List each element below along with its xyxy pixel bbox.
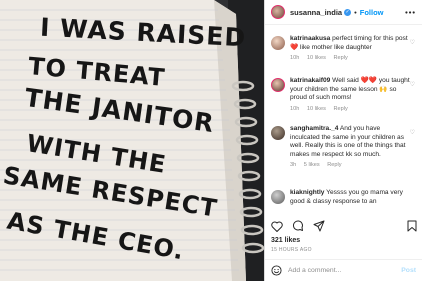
header-separator: • <box>354 7 357 17</box>
reply-button[interactable]: Reply <box>333 106 347 112</box>
comment-age: 10h <box>290 55 300 62</box>
note-line-3: THE JANITOR <box>22 82 217 139</box>
comment-username[interactable]: sanghamitra._4 <box>290 125 338 132</box>
comment-item: katrinakaif09 Well said ❤️❤️ you taught … <box>271 77 419 113</box>
instagram-post: I WAS RAISED TO TREAT THE JANITOR WITH T… <box>0 0 422 281</box>
post-sidebar: susanna_india ✓ • Follow ••• katrinaakus… <box>264 0 422 281</box>
likes-count[interactable]: 321 likes <box>271 237 300 244</box>
comment-item: kiaknightly Yessss you go mama very good… <box>271 189 419 206</box>
post-header: susanna_india ✓ • Follow ••• <box>265 0 422 25</box>
comment-item: sanghamitra._4 And you have inculcated t… <box>271 125 419 170</box>
commenter-avatar[interactable] <box>271 78 285 92</box>
comment-username[interactable]: katrinakaif09 <box>290 77 330 84</box>
comment-likes[interactable]: 5 likes <box>304 162 320 168</box>
comment-like-heart-icon[interactable]: ♡ <box>410 81 415 88</box>
add-comment-bar: Add a comment... Post <box>265 259 422 281</box>
comment-likes[interactable]: 10 likes <box>307 55 326 61</box>
emoji-icon[interactable] <box>271 265 282 276</box>
comment-likes[interactable]: 10 likes <box>307 106 326 112</box>
author-username[interactable]: susanna_india <box>290 8 342 17</box>
heart-icon[interactable] <box>271 221 283 232</box>
commenter-avatar[interactable] <box>271 190 285 204</box>
bookmark-icon[interactable] <box>407 220 417 232</box>
comment-item: katrinaakusa perfect timing for this pos… <box>271 35 419 63</box>
verified-badge-icon: ✓ <box>344 8 352 16</box>
post-image[interactable]: I WAS RAISED TO TREAT THE JANITOR WITH T… <box>0 0 264 281</box>
commenter-avatar[interactable] <box>271 126 285 140</box>
add-comment-input[interactable]: Add a comment... <box>288 267 341 274</box>
post-action-bar <box>271 219 417 233</box>
comment-age: 3h <box>290 162 297 169</box>
share-icon[interactable] <box>313 220 325 232</box>
comment-icon[interactable] <box>292 220 304 232</box>
follow-button[interactable]: Follow <box>360 8 384 17</box>
comment-age: 10h <box>290 105 300 112</box>
more-options-button[interactable]: ••• <box>405 8 416 17</box>
comment-username[interactable]: kiaknightly <box>290 189 324 196</box>
post-comment-button[interactable]: Post <box>401 267 416 274</box>
comment-like-heart-icon[interactable]: ♡ <box>410 39 415 46</box>
comments-list[interactable]: katrinaakusa perfect timing for this pos… <box>265 25 422 225</box>
comment-like-heart-icon[interactable]: ♡ <box>410 129 415 136</box>
post-timestamp: 15 HOURS AGO <box>271 247 312 253</box>
author-avatar[interactable] <box>271 5 285 19</box>
comment-username[interactable]: katrinaakusa <box>290 35 330 42</box>
handwritten-note: I WAS RAISED TO TREAT THE JANITOR WITH T… <box>0 0 264 281</box>
reply-button[interactable]: Reply <box>327 162 341 168</box>
commenter-avatar[interactable] <box>271 36 285 50</box>
note-line-6: AS THE CEO. <box>4 206 187 266</box>
reply-button[interactable]: Reply <box>333 55 347 61</box>
note-line-1: I WAS RAISED <box>39 12 247 53</box>
